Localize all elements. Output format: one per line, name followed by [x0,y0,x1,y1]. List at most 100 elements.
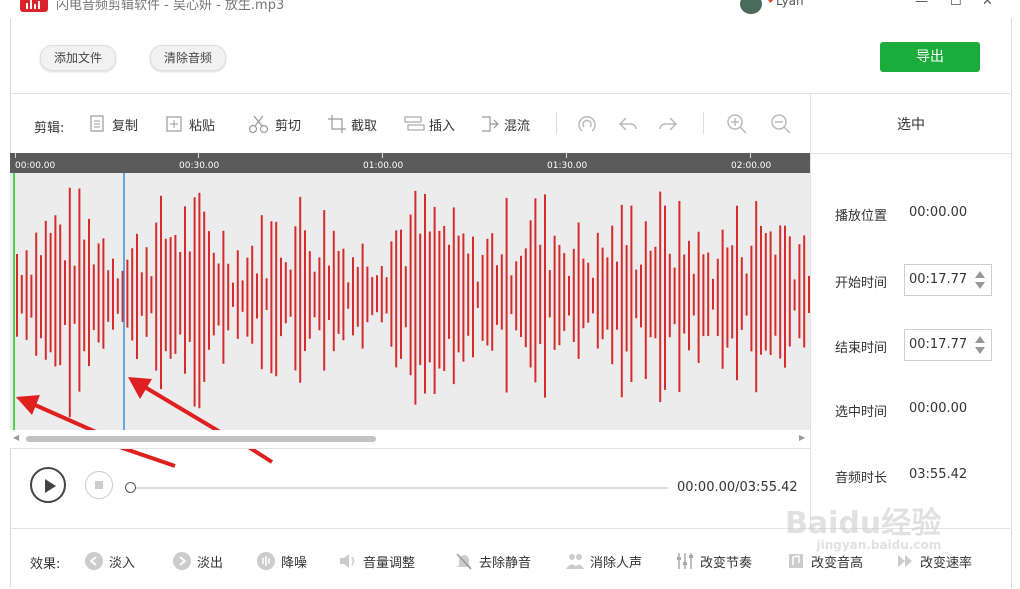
time-ruler[interactable]: 00:00.00 00:30.00 01:00.00 01:30.00 02:0… [10,153,810,173]
window-title: 闪电音频剪辑软件 - 吴心妍 - 放生.mp3 [56,0,285,13]
equalizer-icon [677,553,693,569]
noise-reduction-label: 降噪 [281,555,308,571]
remove-silence-label: 去除静音 [479,555,532,571]
insert-button[interactable]: 插入 [403,112,455,136]
copy-icon [90,115,104,132]
end-time-label: 结束时间 [835,341,888,356]
crop-icon [328,115,346,133]
start-time-stepper[interactable]: 00:17.77 [904,264,992,296]
change-speed-label: 改变速率 [920,555,973,571]
effects-label: 效果: [30,557,61,572]
player-controls: 00:00.00/03:55.42 [10,448,810,528]
remove-vocals-button[interactable]: 消除人声 [565,551,642,571]
trim-label: 截取 [351,118,378,134]
change-tempo-label: 改变节奏 [700,555,753,571]
change-tempo-button[interactable]: 改变节奏 [675,551,752,571]
paste-label: 粘贴 [189,118,216,134]
remove-silence-button[interactable]: 去除静音 [454,551,531,571]
volume-icon [340,554,355,568]
zoom-out-icon[interactable] [770,113,792,135]
ruler-tick [382,153,383,158]
remove-vocals-label: 消除人声 [590,555,643,571]
time-readout: 00:00.00/03:55.42 [677,480,798,495]
watermark-text: Baidu经验 [785,506,942,541]
mix-icon [482,116,499,132]
add-file-button[interactable]: 添加文件 [40,45,117,71]
ruler-label: 01:30.00 [547,161,588,171]
duration-value: 03:55.42 [909,467,968,482]
clear-audio-button[interactable]: 清除音频 [150,45,227,71]
trim-button[interactable]: 截取 [327,112,377,136]
edit-toolbar: 剪辑: 复制 粘贴 剪切 截取 插入 混流 [10,96,810,152]
start-time-label: 开始时间 [835,276,888,291]
people-icon [566,554,584,569]
redo-icon[interactable] [657,113,679,135]
vip-heart-icon: ♥ [766,0,775,6]
change-pitch-label: 改变音高 [811,555,864,571]
paste-button[interactable]: 粘贴 [165,112,215,136]
ruler-tick [15,153,16,158]
toolbar-divider [556,112,557,134]
progress-knob[interactable] [125,482,136,493]
export-button[interactable]: 导出 [880,42,980,72]
insert-icon [404,116,425,131]
fade-out-button[interactable]: 淡出 [172,551,223,571]
fade-in-icon [85,552,103,570]
cut-button[interactable]: 剪切 [247,112,301,136]
increment-arrow-icon[interactable] [975,271,985,278]
volume-adjust-label: 音量调整 [363,555,416,571]
selected-time-value: 00:00.00 [909,401,968,416]
scroll-right-icon[interactable]: ▶ [799,433,805,442]
fade-in-button[interactable]: 淡入 [84,551,135,571]
waveform-area[interactable] [10,173,810,430]
mute-bell-icon [456,553,472,570]
pitch-icon [789,554,803,568]
cut-label: 剪切 [275,118,302,134]
user-name[interactable]: Lyan [776,0,804,8]
increment-arrow-icon[interactable] [975,336,985,343]
fade-out-icon [173,552,191,570]
copy-label: 复制 [112,118,139,134]
scroll-left-icon[interactable]: ◀ [13,433,19,442]
scissors-icon [248,115,269,134]
volume-adjust-button[interactable]: 音量调整 [338,551,415,571]
start-time-value[interactable]: 00:17.77 [909,272,967,287]
ruler-label: 01:00.00 [363,161,404,171]
app-logo-icon [20,0,48,12]
ruler-label: 00:00.00 [15,161,56,171]
progress-track[interactable] [132,487,668,489]
horizontal-scrollbar[interactable]: ◀ ▶ [10,430,810,449]
stop-button[interactable] [85,471,113,499]
selected-time-label: 选中时间 [835,405,888,420]
noise-reduction-icon [257,552,275,570]
close-button[interactable]: ✕ [982,0,993,9]
zoom-in-icon[interactable] [726,113,748,135]
decrement-arrow-icon[interactable] [975,282,985,289]
change-speed-button[interactable]: 改变速率 [895,551,972,571]
loop-icon[interactable] [576,113,598,135]
scrollbar-thumb[interactable] [26,436,376,442]
waveform[interactable] [10,173,810,430]
change-pitch-button[interactable]: 改变音高 [786,551,863,571]
ruler-tick [750,153,751,158]
undo-icon[interactable] [617,113,639,135]
minimize-button[interactable]: — [915,0,928,9]
edit-label: 剪辑: [34,121,65,136]
end-time-stepper[interactable]: 00:17.77 [904,329,992,361]
noise-reduction-button[interactable]: 降噪 [256,551,307,571]
end-time-value[interactable]: 00:17.77 [909,337,967,352]
selection-panel: 选中 播放位置 00:00.00 开始时间 00:17.77 结束时间 00:1… [810,93,1011,528]
copy-button[interactable]: 复制 [88,112,138,136]
fade-out-label: 淡出 [197,555,224,571]
speed-icon [898,555,912,567]
play-position-value: 00:00.00 [909,205,968,220]
user-avatar[interactable] [740,0,762,14]
mix-button[interactable]: 混流 [480,112,530,136]
decrement-arrow-icon[interactable] [975,347,985,354]
fade-in-label: 淡入 [109,555,136,571]
maximize-button[interactable]: ☐ [950,0,962,9]
ruler-tick [198,153,199,158]
annotation-arrow [16,395,97,430]
paste-icon [166,116,182,132]
play-button[interactable] [30,467,66,503]
